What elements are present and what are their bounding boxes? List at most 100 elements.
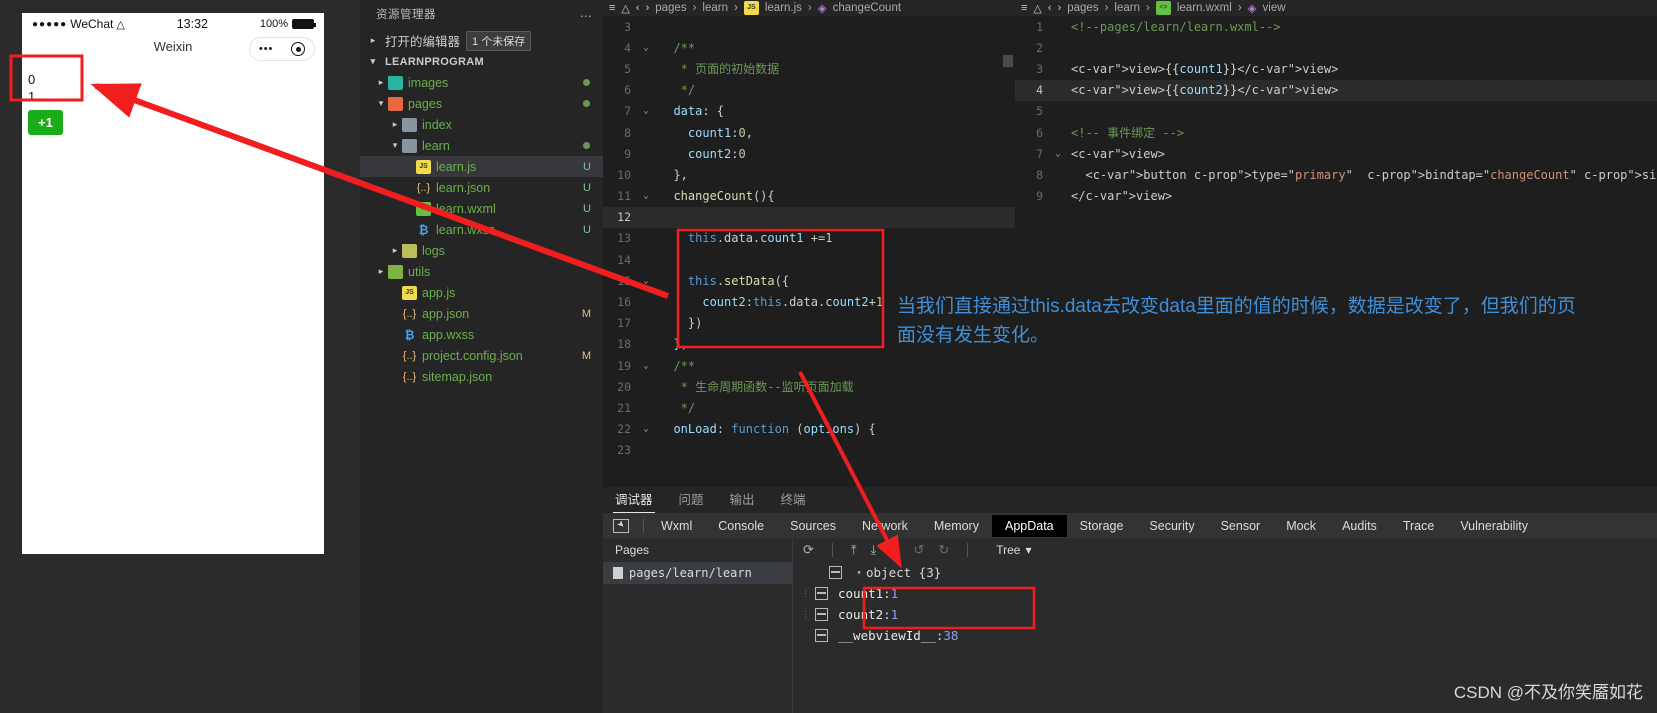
plus-one-button[interactable]: +1 [28, 110, 63, 135]
code-line[interactable]: 5 * 页面的初始数据 [603, 58, 1015, 79]
devtools-tab-vulnerability[interactable]: Vulnerability [1447, 515, 1541, 537]
code-line[interactable]: 4 <c-var">view>{{count2}}</c-var">view> [1015, 79, 1657, 101]
bookmark-icon[interactable]: △ [1033, 2, 1041, 15]
bookmark-icon[interactable]: △ [621, 2, 629, 15]
explorer-item-app-wxss[interactable]: ₿ app.wxss [360, 324, 603, 345]
open-editors-row[interactable]: ▸ 打开的编辑器 1 个未保存 [360, 30, 603, 51]
devtools-tab-network[interactable]: Network [849, 515, 921, 537]
fold-chevron-icon[interactable]: ⌄ [639, 361, 653, 371]
devtools-tab-security[interactable]: Security [1136, 515, 1207, 537]
code-editor-js[interactable]: 3 4 ⌄ /** 5 * 页面的初始数据 6 */7 ⌄ data: {8 count1… [603, 16, 1015, 461]
panel-tab-输出[interactable]: 输出 [728, 487, 757, 513]
undo-icon[interactable]: ↺ [913, 542, 924, 558]
chevron-right-icon[interactable]: ▸ [366, 35, 380, 46]
code-line[interactable]: 14 [603, 249, 1015, 270]
code-line[interactable]: 23 [603, 440, 1015, 461]
chevron-right-icon[interactable]: ▸ [388, 119, 402, 130]
explorer-item-sitemap-json[interactable]: {..} sitemap.json [360, 366, 603, 387]
fold-chevron-icon[interactable]: ⌄ [639, 43, 653, 53]
code-line[interactable]: 22 ⌄ onLoad: function (options) { [603, 419, 1015, 440]
refresh-icon[interactable]: ⟳ [803, 542, 814, 558]
code-line[interactable]: 6 */ [603, 80, 1015, 101]
code-line[interactable]: 1 <!--pages/learn/learn.wxml--> [1015, 16, 1657, 37]
list-icon[interactable]: ≡ [609, 2, 615, 14]
breadcrumb-segment-file[interactable]: learn.js [765, 2, 802, 14]
fold-chevron-icon[interactable]: ⌄ [639, 424, 653, 434]
chevron-right-icon[interactable]: ▸ [374, 266, 388, 277]
more-icon[interactable]: ••• [259, 43, 274, 55]
view-mode-select[interactable]: Tree ▾ [996, 543, 1031, 557]
code-line[interactable]: 9 count2:0 [603, 143, 1015, 164]
breadcrumb-segment-learn[interactable]: learn [702, 2, 728, 14]
explorer-item-learn-wxss[interactable]: ₿ learn.wxss U [360, 219, 603, 240]
explorer-item-learn-json[interactable]: {..} learn.json U [360, 177, 603, 198]
panel-tab-调试器[interactable]: 调试器 [613, 487, 655, 513]
breadcrumb-segment-pages[interactable]: pages [1067, 2, 1098, 14]
breadcrumb-wxml[interactable]: ≡ △ ‹ › pages › learn › <> learn.wxml › ◈ v… [1015, 0, 1657, 16]
pages-item[interactable]: pages/learn/learn [603, 562, 792, 584]
code-line[interactable]: 3 [603, 16, 1015, 37]
breadcrumb-segment-pages[interactable]: pages [655, 2, 686, 14]
code-line[interactable]: 8 count1:0, [603, 122, 1015, 143]
chevron-right-icon[interactable]: ▸ [388, 245, 402, 256]
drag-grip-icon[interactable]: ⋮⋮ [801, 589, 820, 598]
expand-all-icon[interactable]: ⤒ [851, 542, 857, 558]
chevron-left-icon[interactable]: ‹ [636, 2, 640, 14]
devtools-tab-mock[interactable]: Mock [1273, 515, 1329, 537]
explorer-item-app-js[interactable]: JS app.js [360, 282, 603, 303]
list-icon[interactable]: ≡ [1021, 2, 1027, 14]
code-line[interactable]: 8 <c-var">button c-prop">type="primary" … [1015, 164, 1657, 185]
breadcrumb-segment-symbol[interactable]: view [1263, 2, 1286, 14]
code-line[interactable]: 21 */ [603, 397, 1015, 418]
code-line[interactable]: 10 }, [603, 164, 1015, 185]
explorer-item-index[interactable]: ▸ index [360, 114, 603, 135]
breadcrumb-segment-learn[interactable]: learn [1114, 2, 1140, 14]
explorer-item-learn[interactable]: ▾ learn [360, 135, 603, 156]
panel-tab-终端[interactable]: 终端 [779, 487, 808, 513]
explorer-item-project-config-json[interactable]: {..} project.config.json M [360, 345, 603, 366]
explorer-item-utils[interactable]: ▸ utils [360, 261, 603, 282]
explorer-item-pages[interactable]: ▾ pages [360, 93, 603, 114]
fold-chevron-icon[interactable]: ⌄ [639, 106, 653, 116]
chevron-left-icon[interactable]: ‹ [1048, 2, 1052, 14]
devtools-tab-console[interactable]: Console [705, 515, 777, 537]
code-line[interactable]: 7 ⌄ <c-var">view> [1015, 143, 1657, 164]
project-root-row[interactable]: ▾ LEARNPROGRAM [360, 51, 603, 72]
editor-scrollbar-js[interactable] [1003, 55, 1013, 67]
chevron-right-icon[interactable]: › [646, 2, 650, 14]
devtools-tab-storage[interactable]: Storage [1067, 515, 1137, 537]
redo-icon[interactable]: ↻ [938, 542, 949, 558]
code-line[interactable]: 2 [1015, 37, 1657, 58]
chevron-down-icon[interactable]: ▾ [366, 56, 380, 67]
code-line[interactable]: 6 <!-- 事件绑定 --> [1015, 122, 1657, 143]
code-line[interactable]: 9 </c-var">view> [1015, 186, 1657, 207]
target-icon[interactable] [291, 42, 306, 56]
tree-root-row[interactable]: ▾ object {3} [793, 562, 1657, 583]
breadcrumb-segment-symbol[interactable]: changeCount [833, 2, 901, 14]
fold-chevron-icon[interactable]: ⌄ [1051, 149, 1065, 159]
chevron-down-icon[interactable]: ▾ [852, 568, 866, 577]
collapse-all-icon[interactable]: ⤓ [871, 542, 877, 558]
devtools-tab-memory[interactable]: Memory [921, 515, 992, 537]
devtools-tab-sensor[interactable]: Sensor [1208, 515, 1274, 537]
tree-row[interactable]: ⋮⋮ count1 : 1 [793, 583, 1657, 604]
code-line[interactable]: 12 [603, 206, 1015, 228]
capsule-buttons[interactable]: ••• [249, 37, 315, 61]
code-line[interactable]: 13 this.data.count1 +=1 [603, 228, 1015, 249]
code-line[interactable]: 4 ⌄ /** [603, 37, 1015, 58]
chevron-down-icon[interactable]: ▾ [388, 140, 402, 151]
code-line[interactable]: 11 ⌄ changeCount(){ [603, 186, 1015, 207]
drag-grip-icon[interactable]: ⋮⋮ [801, 610, 820, 619]
devtools-tab-audits[interactable]: Audits [1329, 515, 1390, 537]
devtools-tab-sources[interactable]: Sources [777, 515, 849, 537]
explorer-more-icon[interactable]: … [580, 6, 594, 20]
code-line[interactable]: 19 ⌄ /** [603, 355, 1015, 376]
chevron-right-icon[interactable]: › [1058, 2, 1062, 14]
code-line[interactable]: 7 ⌄ data: { [603, 101, 1015, 122]
code-line[interactable]: 5 [1015, 101, 1657, 122]
inspect-element-icon[interactable] [613, 518, 629, 533]
fold-chevron-icon[interactable]: ⌄ [639, 276, 653, 286]
explorer-item-learn-js[interactable]: JS learn.js U [360, 156, 603, 177]
breadcrumb-segment-file[interactable]: learn.wxml [1177, 2, 1232, 14]
code-line[interactable]: 3 <c-var">view>{{count1}}</c-var">view> [1015, 58, 1657, 79]
